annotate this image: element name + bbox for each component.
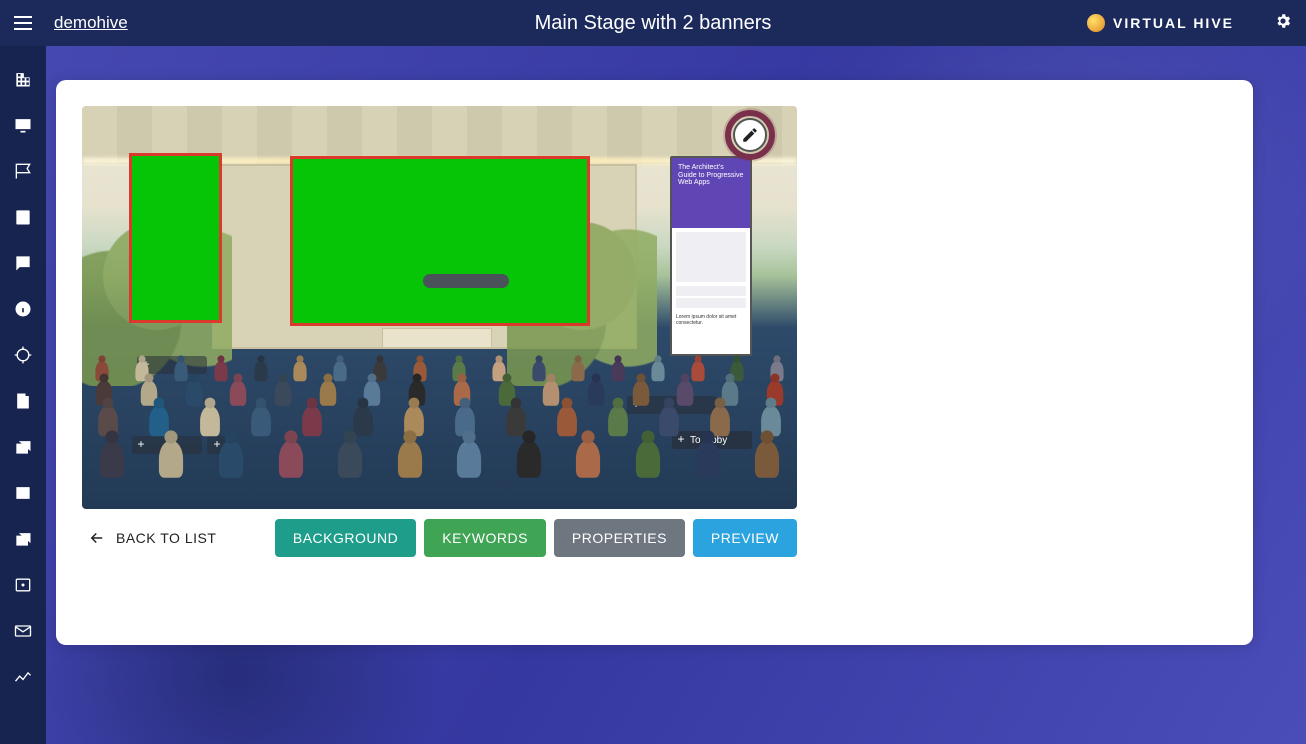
brand-text: VIRTUAL HIVE	[1113, 15, 1234, 31]
gallery-icon[interactable]	[12, 436, 34, 458]
mail-icon[interactable]	[12, 620, 34, 642]
building-icon[interactable]	[12, 68, 34, 90]
audience	[82, 354, 797, 509]
alert-icon[interactable]	[12, 252, 34, 274]
banner-screen-left[interactable]	[129, 153, 222, 323]
door-icon[interactable]	[12, 390, 34, 412]
menu-toggle-icon[interactable]	[14, 16, 32, 30]
video-library-icon[interactable]	[12, 528, 34, 550]
stage-podium	[382, 328, 492, 348]
screen-icon[interactable]	[12, 114, 34, 136]
breadcrumb[interactable]: demohive	[54, 13, 128, 33]
calendar-icon[interactable]	[12, 206, 34, 228]
info-panel-title: The Architect's Guide to Progressive Web…	[672, 158, 750, 228]
image-icon[interactable]	[12, 482, 34, 504]
preview-button[interactable]: PREVIEW	[693, 519, 797, 557]
editor-toolbar: BACK TO LIST BACKGROUND KEYWORDS PROPERT…	[82, 519, 797, 557]
page-title: Main Stage with 2 banners	[535, 12, 772, 35]
editor-card: The Architect's Guide to Progressive Web…	[56, 80, 1253, 645]
banner-screen-main[interactable]	[290, 156, 590, 326]
back-to-list-link[interactable]: BACK TO LIST	[82, 529, 216, 547]
info-panel-thumb	[676, 232, 746, 282]
stage-preview[interactable]: The Architect's Guide to Progressive Web…	[82, 106, 797, 509]
frame-icon[interactable]	[12, 574, 34, 596]
target-icon[interactable]	[12, 344, 34, 366]
analytics-icon[interactable]	[12, 666, 34, 688]
sidebar	[0, 46, 46, 744]
caption-placeholder[interactable]	[423, 274, 509, 288]
back-label: BACK TO LIST	[116, 530, 216, 546]
info-icon[interactable]	[12, 298, 34, 320]
brand-logo-icon	[1087, 14, 1105, 32]
info-panel[interactable]: The Architect's Guide to Progressive Web…	[670, 156, 752, 356]
flag-icon[interactable]	[12, 160, 34, 182]
top-bar: demohive Main Stage with 2 banners VIRTU…	[0, 0, 1306, 46]
properties-button[interactable]: PROPERTIES	[554, 519, 685, 557]
brand: VIRTUAL HIVE	[1087, 14, 1234, 32]
background-button[interactable]: BACKGROUND	[275, 519, 416, 557]
keywords-button[interactable]: KEYWORDS	[424, 519, 546, 557]
info-panel-body: Lorem ipsum dolor sit amet consectetur.	[672, 310, 750, 330]
edit-button[interactable]	[733, 118, 767, 152]
settings-icon[interactable]	[1274, 12, 1292, 35]
arrow-left-icon	[88, 529, 106, 547]
